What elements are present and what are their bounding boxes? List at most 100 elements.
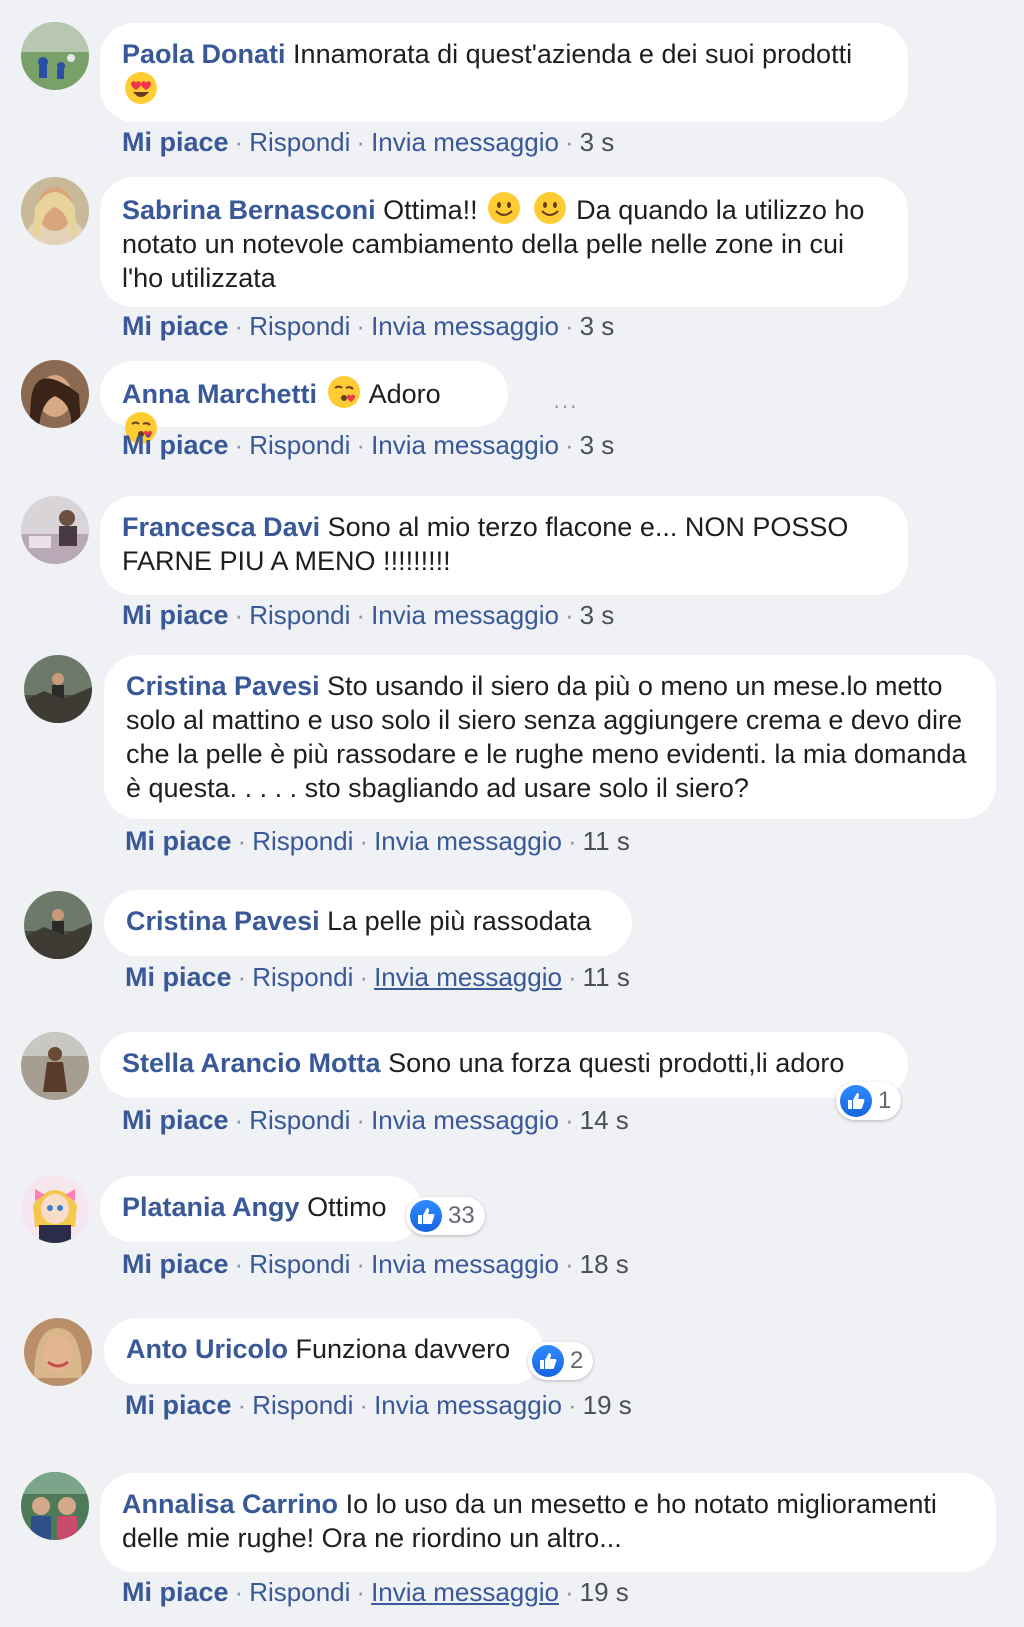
reaction-count-value: 1 xyxy=(878,1087,892,1114)
avatar[interactable] xyxy=(21,22,89,90)
separator: · xyxy=(564,1105,574,1135)
separator: · xyxy=(564,430,574,460)
comment-bubble: Anto Uricolo Funziona davvero xyxy=(104,1318,544,1384)
comment-author[interactable]: Francesca Davi xyxy=(122,512,320,542)
more-options-icon[interactable]: ··· xyxy=(553,393,578,419)
like-link[interactable]: Mi piace xyxy=(122,1105,229,1135)
separator: · xyxy=(234,430,244,460)
timestamp[interactable]: 11 s xyxy=(583,826,630,856)
avatar[interactable] xyxy=(24,1318,92,1386)
comment-actions: Mi piace · Rispondi · Invia messaggio · 3 s xyxy=(122,600,614,630)
smile-emoji-icon xyxy=(488,192,521,224)
comment-text: Adoro xyxy=(368,379,441,409)
separator: · xyxy=(359,962,369,992)
comment-text: Funziona davvero xyxy=(295,1334,511,1364)
comment-author[interactable]: Annalisa Carrino xyxy=(122,1489,338,1519)
comment-author[interactable]: Cristina Pavesi xyxy=(126,671,320,701)
separator: · xyxy=(564,127,574,157)
avatar[interactable] xyxy=(24,891,92,959)
comment-text: La pelle più rassodata xyxy=(327,906,592,936)
like-link[interactable]: Mi piace xyxy=(122,1249,229,1279)
separator: · xyxy=(359,1390,369,1420)
comment-text: Innamorata di quest'azienda e dei suoi p… xyxy=(293,39,853,69)
send-message-link[interactable]: Invia messaggio xyxy=(374,826,562,856)
like-link[interactable]: Mi piace xyxy=(125,1390,232,1420)
separator: · xyxy=(356,1577,366,1607)
send-message-link[interactable]: Invia messaggio xyxy=(371,1105,559,1135)
comment-actions: Mi piace · Rispondi · Invia messaggio · 3 s xyxy=(122,127,614,157)
separator: · xyxy=(234,127,244,157)
send-message-link[interactable]: Invia messaggio xyxy=(371,1249,559,1279)
like-link[interactable]: Mi piace xyxy=(122,430,229,460)
reply-link[interactable]: Rispondi xyxy=(249,1105,350,1135)
separator: · xyxy=(356,600,366,630)
separator: · xyxy=(234,311,244,341)
comment-author[interactable]: Anto Uricolo xyxy=(126,1334,288,1364)
send-message-link[interactable]: Invia messaggio xyxy=(374,962,562,992)
reply-link[interactable]: Rispondi xyxy=(249,430,350,460)
avatar[interactable] xyxy=(21,177,89,245)
send-message-link[interactable]: Invia messaggio xyxy=(374,1390,562,1420)
reaction-count[interactable]: 2 xyxy=(528,1342,594,1380)
timestamp[interactable]: 3 s xyxy=(580,311,615,341)
avatar[interactable] xyxy=(21,496,89,564)
timestamp[interactable]: 3 s xyxy=(580,127,615,157)
separator: · xyxy=(237,962,247,992)
reply-link[interactable]: Rispondi xyxy=(249,127,350,157)
comment-author[interactable]: Paola Donati xyxy=(122,39,286,69)
like-link[interactable]: Mi piace xyxy=(125,962,232,992)
timestamp[interactable]: 19 s xyxy=(580,1577,629,1607)
avatar[interactable] xyxy=(21,1472,89,1540)
timestamp[interactable]: 14 s xyxy=(580,1105,629,1135)
like-link[interactable]: Mi piace xyxy=(122,1577,229,1607)
timestamp[interactable]: 3 s xyxy=(580,430,615,460)
reply-link[interactable]: Rispondi xyxy=(252,962,353,992)
separator: · xyxy=(237,1390,247,1420)
comment-author[interactable]: Cristina Pavesi xyxy=(126,906,320,936)
avatar[interactable] xyxy=(21,1032,89,1100)
reply-link[interactable]: Rispondi xyxy=(249,1577,350,1607)
reaction-count-value: 2 xyxy=(570,1347,584,1374)
separator: · xyxy=(234,1105,244,1135)
timestamp[interactable]: 3 s xyxy=(580,600,615,630)
comment-bubble: Stella Arancio Motta Sono una forza ques… xyxy=(100,1032,908,1098)
like-reaction-icon xyxy=(840,1085,872,1117)
send-message-link[interactable]: Invia messaggio xyxy=(371,430,559,460)
comment-bubble: Annalisa Carrino Io lo uso da un mesetto… xyxy=(100,1473,996,1572)
separator: · xyxy=(356,1105,366,1135)
comment-bubble: Anna Marchetti Adoro xyxy=(100,361,508,444)
separator: · xyxy=(564,311,574,341)
separator: · xyxy=(234,1249,244,1279)
timestamp[interactable]: 18 s xyxy=(580,1249,629,1279)
timestamp[interactable]: 19 s xyxy=(583,1390,632,1420)
separator: · xyxy=(564,1249,574,1279)
avatar[interactable] xyxy=(21,360,89,428)
like-link[interactable]: Mi piace xyxy=(122,127,229,157)
avatar[interactable] xyxy=(24,655,92,723)
like-link[interactable]: Mi piace xyxy=(125,826,232,856)
comment-author[interactable]: Platania Angy xyxy=(122,1192,300,1222)
comment-author[interactable]: Anna Marchetti xyxy=(122,379,317,409)
comment-author[interactable]: Stella Arancio Motta xyxy=(122,1048,381,1078)
comment-author[interactable]: Sabrina Bernasconi xyxy=(122,195,376,225)
reply-link[interactable]: Rispondi xyxy=(249,1249,350,1279)
comment-actions: Mi piace · Rispondi · Invia messaggio · 19 s xyxy=(125,1390,632,1420)
comment-bubble: Cristina Pavesi La pelle più rassodata xyxy=(104,890,632,956)
reply-link[interactable]: Rispondi xyxy=(249,600,350,630)
reply-link[interactable]: Rispondi xyxy=(252,1390,353,1420)
reply-link[interactable]: Rispondi xyxy=(249,311,350,341)
timestamp[interactable]: 11 s xyxy=(583,962,630,992)
reaction-count[interactable]: 1 xyxy=(836,1082,902,1120)
like-reaction-icon xyxy=(410,1200,442,1232)
kiss-emoji-icon xyxy=(327,376,360,408)
comment-bubble: Cristina Pavesi Sto usando il siero da p… xyxy=(104,655,996,819)
reaction-count[interactable]: 33 xyxy=(406,1197,485,1235)
reply-link[interactable]: Rispondi xyxy=(252,826,353,856)
like-link[interactable]: Mi piace xyxy=(122,311,229,341)
send-message-link[interactable]: Invia messaggio xyxy=(371,600,559,630)
send-message-link[interactable]: Invia messaggio xyxy=(371,311,559,341)
avatar[interactable] xyxy=(21,1175,89,1243)
send-message-link[interactable]: Invia messaggio xyxy=(371,1577,559,1607)
send-message-link[interactable]: Invia messaggio xyxy=(371,127,559,157)
like-link[interactable]: Mi piace xyxy=(122,600,229,630)
